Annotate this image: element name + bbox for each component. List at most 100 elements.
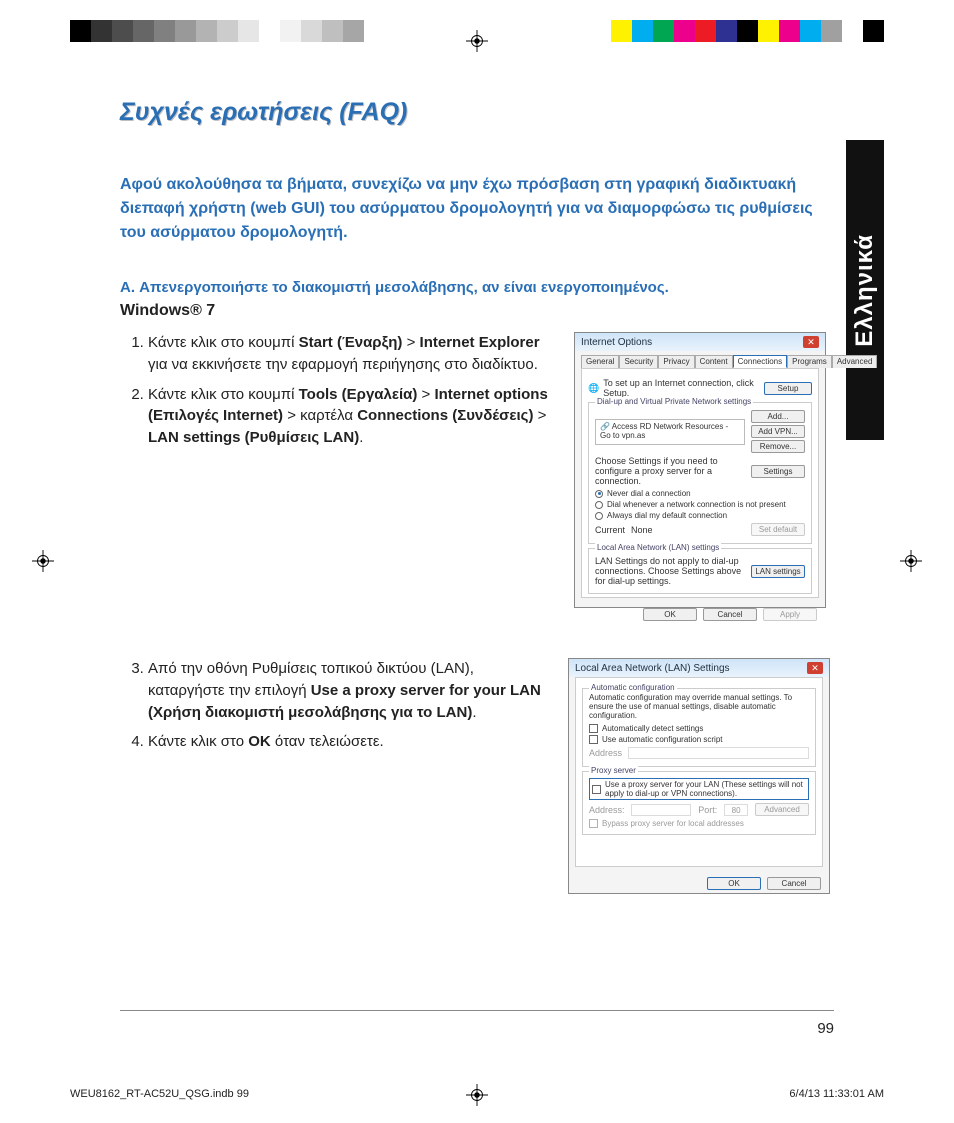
colorbar-right bbox=[590, 20, 884, 42]
color-swatch bbox=[133, 20, 154, 42]
dialog-tab: Programs bbox=[787, 355, 832, 368]
os-label: Windows® 7 bbox=[120, 302, 830, 320]
proxy-port-label: Port: bbox=[698, 805, 717, 815]
color-swatch bbox=[611, 20, 632, 42]
page-number: 99 bbox=[817, 1020, 834, 1037]
dialog-tab: Advanced bbox=[832, 355, 878, 368]
advanced-button: Advanced bbox=[755, 803, 809, 816]
add-button: Add... bbox=[751, 410, 805, 423]
lan-hint: LAN Settings do not apply to dial-up con… bbox=[595, 556, 745, 586]
radio-icon bbox=[595, 501, 603, 509]
figure-internet-options: Internet Options ✕ GeneralSecurityPrivac… bbox=[574, 332, 826, 608]
vpn-listbox: 🔗 Access RD Network Resources - Go to vp… bbox=[595, 419, 745, 445]
page-title: Συχνές ερωτήσεις (FAQ) bbox=[120, 98, 830, 127]
color-swatch bbox=[70, 20, 91, 42]
color-swatch bbox=[758, 20, 779, 42]
dialog-tab: Connections bbox=[733, 355, 787, 368]
lan-settings-button: LAN settings bbox=[751, 565, 805, 578]
group-proxy-label: Proxy server bbox=[589, 766, 638, 775]
radio-icon bbox=[595, 490, 603, 498]
color-swatch bbox=[343, 20, 364, 42]
intro-paragraph: Αφού ακολούθησα τα βήματα, συνεχίζω να μ… bbox=[120, 173, 830, 245]
colorbar-left bbox=[70, 20, 364, 42]
group-lan-label: Local Area Network (LAN) settings bbox=[595, 543, 721, 552]
dialog-tab: General bbox=[581, 355, 619, 368]
color-swatch bbox=[779, 20, 800, 42]
checkbox-icon bbox=[589, 735, 598, 744]
color-swatch bbox=[238, 20, 259, 42]
radio-never-dial: Never dial a connection bbox=[607, 489, 691, 498]
radio-dial-when: Dial whenever a network connection is no… bbox=[607, 500, 786, 509]
color-swatch bbox=[842, 20, 863, 42]
ok-button: OK bbox=[707, 877, 761, 890]
footer-rule bbox=[120, 1010, 834, 1011]
color-swatch bbox=[280, 20, 301, 42]
step-2: Κάντε κλικ στο κουμπί Tools (Εργαλεία) >… bbox=[148, 384, 560, 449]
check-auto-detect: Automatically detect settings bbox=[602, 724, 703, 733]
section-a-heading: A. Απενεργοποιήστε το διακομιστή μεσολάβ… bbox=[120, 279, 830, 296]
checkbox-icon bbox=[592, 785, 601, 794]
step-3: Από την οθόνη Ρυθμίσεις τοπικού δικτύου … bbox=[148, 658, 554, 723]
registration-mark-top bbox=[466, 30, 488, 52]
proxy-address-field bbox=[631, 804, 691, 816]
print-footer-right: 6/4/13 11:33:01 AM bbox=[789, 1088, 884, 1100]
proxy-port-field: 80 bbox=[724, 804, 748, 816]
dialog-tab: Content bbox=[695, 355, 733, 368]
dialog-title-bar: Local Area Network (LAN) Settings ✕ bbox=[569, 659, 829, 677]
current-value: None bbox=[631, 525, 745, 535]
color-swatch bbox=[91, 20, 112, 42]
setup-button: Setup bbox=[764, 382, 812, 395]
conn-settings-button: Settings bbox=[751, 465, 805, 478]
step-4: Κάντε κλικ στο OK όταν τελειώσετε. bbox=[148, 731, 554, 753]
current-label: Current bbox=[595, 525, 625, 535]
proxy-address-label: Address: bbox=[589, 805, 625, 815]
globe-icon: 🌐 bbox=[588, 383, 599, 394]
color-swatch bbox=[217, 20, 238, 42]
color-swatch bbox=[653, 20, 674, 42]
print-footer: WEU8162_RT-AC52U_QSG.indb 99 6/4/13 11:3… bbox=[70, 1088, 884, 1100]
dialog-title: Local Area Network (LAN) Settings bbox=[575, 663, 730, 674]
registration-mark-right bbox=[900, 550, 922, 572]
color-swatch bbox=[632, 20, 653, 42]
color-swatch bbox=[695, 20, 716, 42]
radio-icon bbox=[595, 512, 603, 520]
cancel-button: Cancel bbox=[703, 608, 757, 621]
close-icon: ✕ bbox=[803, 336, 819, 348]
color-swatch bbox=[590, 20, 611, 42]
registration-mark-left bbox=[32, 550, 54, 572]
figure-lan-settings: Local Area Network (LAN) Settings ✕ Auto… bbox=[568, 658, 830, 894]
check-auto-script: Use automatic configuration script bbox=[602, 735, 723, 744]
page-content: Συχνές ερωτήσεις (FAQ) Αφού ακολούθησα τ… bbox=[120, 98, 830, 894]
steps-list-2: Από την οθόνη Ρυθμίσεις τοπικού δικτύου … bbox=[120, 658, 554, 761]
color-swatch bbox=[112, 20, 133, 42]
close-icon: ✕ bbox=[807, 662, 823, 674]
color-swatch bbox=[322, 20, 343, 42]
proxy-hint: Choose Settings if you need to configure… bbox=[595, 456, 745, 486]
checkbox-icon bbox=[589, 724, 598, 733]
dialog-title-bar: Internet Options ✕ bbox=[575, 333, 825, 351]
color-swatch bbox=[175, 20, 196, 42]
set-default-button: Set default bbox=[751, 523, 805, 536]
step-1: Κάντε κλικ στο κουμπί Start (Έναρξη) > I… bbox=[148, 332, 560, 376]
steps-list-1: Κάντε κλικ στο κουμπί Start (Έναρξη) > I… bbox=[120, 332, 560, 457]
color-swatch bbox=[259, 20, 280, 42]
address-field bbox=[628, 747, 809, 759]
checkbox-icon bbox=[589, 819, 598, 828]
group-auto-label: Automatic configuration bbox=[589, 683, 677, 692]
dialog-title: Internet Options bbox=[581, 337, 652, 348]
group-dialup-label: Dial-up and Virtual Private Network sett… bbox=[595, 397, 753, 406]
cancel-button: Cancel bbox=[767, 877, 821, 890]
radio-always-dial: Always dial my default connection bbox=[607, 511, 727, 520]
address-label: Address bbox=[589, 748, 622, 758]
color-swatch bbox=[737, 20, 758, 42]
setup-text: To set up an Internet connection, click … bbox=[603, 378, 758, 398]
color-swatch bbox=[154, 20, 175, 42]
color-swatch bbox=[674, 20, 695, 42]
language-tab-label: Ελληνικά bbox=[851, 234, 879, 347]
dialog-tabs: GeneralSecurityPrivacyContentConnections… bbox=[575, 351, 825, 368]
language-tab: Ελληνικά bbox=[846, 140, 884, 440]
apply-button: Apply bbox=[763, 608, 817, 621]
color-swatch bbox=[716, 20, 737, 42]
color-swatch bbox=[301, 20, 322, 42]
color-swatch bbox=[821, 20, 842, 42]
